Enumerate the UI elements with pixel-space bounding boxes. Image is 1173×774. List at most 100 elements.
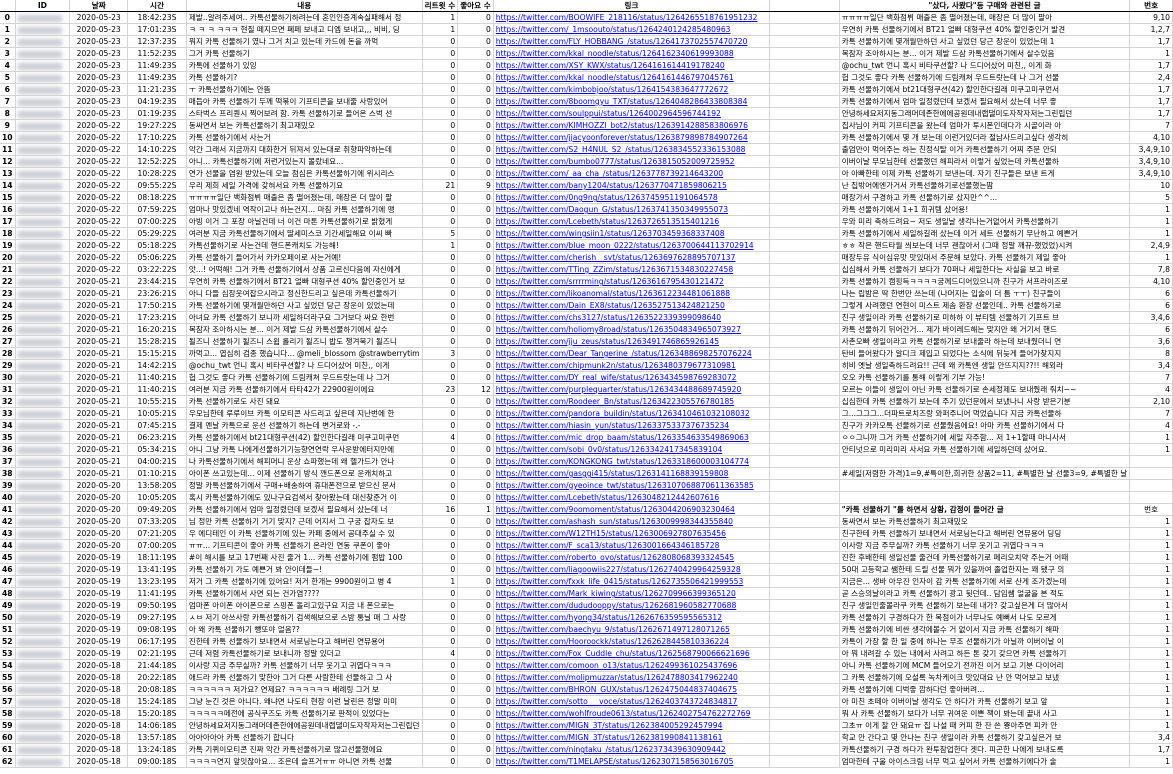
blank-cell[interactable] — [769, 611, 840, 624]
row-index[interactable]: 37 — [0, 455, 16, 468]
content-cell[interactable]: 우모님한테 루루이브 카톡 이모티콘 사드리고 싶은데 지난번에 한 — [186, 407, 423, 420]
date-cell[interactable]: 2020-05-22 — [69, 131, 129, 144]
section1-num-cell[interactable]: 3,4,9,10 — [1129, 143, 1173, 156]
content-cell[interactable]: 헙 그것도 좋다 카톡 선물하기에 드림캐쳐 우드트랏는데 나 그거 — [186, 371, 423, 384]
section1-num-header[interactable]: 번호 — [1129, 0, 1173, 12]
blank-cell[interactable] — [769, 551, 840, 564]
link-cell[interactable]: https://twitter.com/bany1204/status/1263… — [493, 179, 771, 192]
row-index[interactable]: 43 — [0, 527, 16, 540]
id-cell-redacted[interactable] — [15, 191, 71, 204]
row-index[interactable]: 38 — [0, 467, 16, 480]
link-cell[interactable]: https://twitter.com/F_sca13/status/12630… — [493, 539, 771, 552]
section1-text-cell[interactable]: @ochu_twt 언니 혹시 비타쿠션할? 나 드디어샀어 미친,, 이게 화 — [839, 59, 1131, 72]
col-header-link[interactable]: 링크 — [493, 0, 771, 12]
section1-num-cell[interactable]: 1 — [1129, 431, 1173, 444]
id-cell-redacted[interactable] — [15, 551, 71, 564]
section1-num-cell[interactable]: 4,10 — [1129, 275, 1173, 288]
content-cell[interactable]: ㅋㅋㅋㅋㅋㅋ 저가요? 연제요? ㅋㅋㅋㅋㅋㅋ 배례링 그거 보 — [186, 683, 423, 696]
retweet-cell[interactable]: 1 — [422, 11, 459, 24]
blank-cell[interactable] — [769, 179, 840, 192]
link-cell[interactable]: https://twitter.com/kimbobjoo/status/126… — [493, 83, 771, 96]
date-cell[interactable]: 2020-05-21 — [69, 467, 129, 480]
date-cell[interactable]: 2020-05-20 — [69, 515, 129, 528]
content-cell[interactable]: 그거 카톡 선물하기 — [186, 47, 423, 60]
link-cell[interactable]: https://twitter.com/fxxk_life_0415/statu… — [493, 575, 771, 588]
row-index[interactable]: 36 — [0, 443, 16, 456]
content-cell[interactable]: #이 해시를 보고 17번째 사진 줄거 1... 카톡 선물하기에 펌밥 10… — [186, 551, 423, 564]
row-index[interactable]: 4 — [0, 59, 16, 72]
retweet-cell[interactable]: 0 — [422, 551, 459, 564]
link-cell[interactable]: https://twitter.com/Daogun_G/status/1263… — [493, 203, 771, 216]
section2-num-cell[interactable]: 1,7 — [1129, 743, 1173, 756]
blank-cell[interactable] — [769, 191, 840, 204]
section1-text-cell[interactable]: 목잠자 조아하시는 분... 이거 제발 드삼 카톡선물하기에서 살수있음 — [839, 47, 1131, 60]
blank-cell[interactable] — [769, 683, 840, 696]
date-cell[interactable]: 2020-05-21 — [69, 347, 129, 360]
row-index[interactable]: 20 — [0, 251, 16, 264]
like-cell[interactable]: 0 — [457, 599, 494, 612]
content-cell[interactable]: 아아아아아 카톡 선물하기 합니다 — [186, 731, 423, 744]
blank-cell[interactable] — [769, 119, 840, 132]
blank-cell[interactable] — [769, 227, 840, 240]
section2-text-cell[interactable]: 아 뭐 내려갈 수 있는 내에서 사려고 하든 톤 갖기 갖으면 카톡 선물하기 — [839, 647, 1131, 660]
blank-cell[interactable] — [769, 311, 840, 324]
section2-text-cell[interactable]: 그 카톡 선물하기에 오설록 녹차케이크 맛있대요 난 안 먹어보고 보냈 — [839, 671, 1131, 684]
blank-cell[interactable] — [769, 131, 840, 144]
date-cell[interactable]: 2020-05-18 — [69, 683, 129, 696]
section1-text-cell[interactable]: 안티넛으로 미리미리 사서요 카톡 선물하기에 세일하던데 샀어요. — [839, 443, 1131, 456]
section1-num-cell[interactable]: 3,4 — [1129, 359, 1173, 372]
content-cell[interactable]: 우리 제희 세일 가격에 갖혀서요 카톡 선물하기요 — [186, 179, 423, 192]
like-cell[interactable]: 0 — [457, 191, 494, 204]
section2-num-cell[interactable]: 1 — [1129, 719, 1173, 732]
content-cell[interactable]: 악간 그래서 지금까지 대화한거 뒤져서 있는대로 취향파악하는데 — [186, 143, 423, 156]
retweet-cell[interactable]: 0 — [422, 107, 459, 120]
blank-cell[interactable] — [769, 455, 840, 468]
like-cell[interactable]: 0 — [457, 419, 494, 432]
row-index[interactable]: 35 — [0, 431, 16, 444]
content-cell[interactable]: 카톡에 선물하기 있잉 — [186, 59, 423, 72]
row-index[interactable]: 6 — [0, 83, 16, 96]
section1-num-cell[interactable]: 4 — [1129, 383, 1173, 396]
blank-cell[interactable] — [769, 239, 840, 252]
retweet-cell[interactable]: 1 — [422, 239, 459, 252]
row-index[interactable]: 9 — [0, 119, 16, 132]
section1-text-cell[interactable]: 매장두유 식이심유맛 맛있대서 주문해 보았다. 카톡 선물하기 제일 좋아 — [839, 251, 1131, 264]
section1-text-cell[interactable]: 십심한데 카톡 선물하기 보는데 주기 있던문에서 보냈나니 사랑 받은기분 — [839, 395, 1131, 408]
date-cell[interactable]: 2020-05-23 — [69, 71, 129, 84]
content-cell[interactable]: 매듭아 카톡 선물하기 두께 떡볶이 기프티콘을 보내줄 사랑있어 — [186, 95, 423, 108]
row-index[interactable]: 51 — [0, 623, 16, 636]
section1-num-cell[interactable]: 7 — [1129, 407, 1173, 420]
date-cell[interactable]: 2020-05-21 — [69, 419, 129, 432]
id-cell-redacted[interactable] — [15, 527, 71, 540]
blank-cell[interactable] — [769, 731, 840, 744]
id-cell-redacted[interactable] — [15, 227, 71, 240]
section1-num-cell[interactable]: 2,4,9 — [1129, 239, 1173, 252]
section2-num-cell[interactable]: 1 — [1129, 635, 1173, 648]
blank-cell[interactable] — [769, 719, 840, 732]
blank-cell[interactable] — [769, 83, 840, 96]
section1-text-cell[interactable]: 카톡 선물하기 뒤어간거... 제가 바이레드해는 맞지만 왜 거기서 핸드 — [839, 323, 1131, 336]
id-cell-redacted[interactable] — [15, 695, 71, 708]
date-cell[interactable]: 2020-05-23 — [69, 11, 129, 24]
row-index[interactable]: 31 — [0, 383, 16, 396]
blank-cell[interactable] — [769, 251, 840, 264]
like-cell[interactable]: 0 — [457, 335, 494, 348]
like-cell[interactable]: 0 — [457, 155, 494, 168]
content-cell[interactable]: 그냥 눈긴 것은 아니다. 왜냐면 나도티 현장 이런 날린은 정말 미미 — [186, 695, 423, 708]
id-cell-redacted[interactable] — [15, 755, 71, 768]
like-cell[interactable]: 0 — [457, 311, 494, 324]
time-cell[interactable]: 12:52:22S — [127, 155, 187, 168]
link-cell[interactable]: https://twitter.com/BHRON_GUX/status/126… — [493, 683, 771, 696]
blank-cell[interactable] — [1129, 455, 1173, 468]
time-cell[interactable]: 09:27:19S — [127, 611, 187, 624]
section2-text-cell[interactable]: 곧 스승의날이라고 카톡 선물하기 광고 뒷던데.. 담임쌤 얼굴을 본 적도 — [839, 587, 1131, 600]
date-cell[interactable]: 2020-05-21 — [69, 275, 129, 288]
like-cell[interactable]: 0 — [457, 287, 494, 300]
time-cell[interactable]: 11:40:21S — [127, 383, 187, 396]
section1-text-cell[interactable]: 히비 옛날 생일축하드려요!! 근데 왜 카톡엔 생일 안뜨지지??!! 해외라 — [839, 359, 1131, 372]
row-index[interactable]: 24 — [0, 299, 16, 312]
col-header-likes[interactable]: 좋아요 수 — [457, 0, 494, 12]
time-cell[interactable]: 17:01:23S — [127, 23, 187, 36]
section1-num-cell[interactable]: 2,4 — [1129, 71, 1173, 84]
blank-cell[interactable] — [769, 671, 840, 684]
